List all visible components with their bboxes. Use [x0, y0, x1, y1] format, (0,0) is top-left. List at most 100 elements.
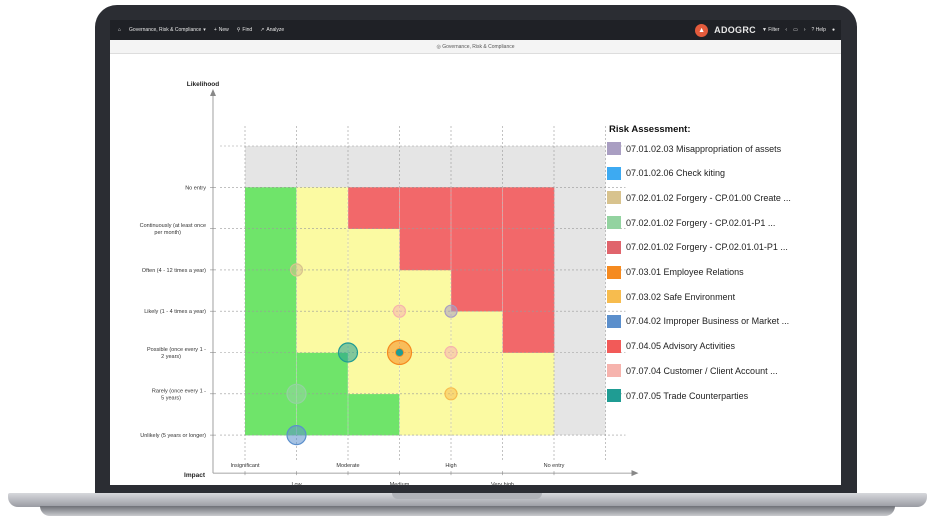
filter-icon: ▼ [761, 27, 767, 33]
zone-cell [296, 228, 349, 271]
y-tick-label: Continuously (at least once per month) [140, 223, 206, 236]
new-button[interactable]: + New [214, 27, 229, 33]
legend-item[interactable]: 07.07.05 Trade Counterparties [607, 389, 748, 402]
y-tick-label: Rarely (once every 1 -5 years) [152, 388, 206, 401]
zone-cell [502, 269, 555, 312]
zone-cell [348, 269, 400, 312]
legend-swatch [607, 265, 621, 279]
legend-item[interactable]: 07.01.02.03 Misappropriation of assets [607, 142, 781, 155]
risk-bubble [286, 383, 307, 404]
x-tick-label: Medium [390, 482, 410, 485]
app-menu-label: Governance, Risk & Compliance [129, 27, 202, 33]
x-tick-label: Very high [491, 482, 514, 485]
legend-label: 07.04.05 Advisory Activities [626, 341, 736, 352]
zone-cell [348, 228, 400, 271]
y-tick-label: Likely (1 - 4 times a year) [144, 309, 206, 315]
zone-cell [502, 352, 555, 395]
help-button[interactable]: ? Help [812, 27, 826, 33]
zone-cell [296, 187, 349, 229]
filter-label: Filter [768, 27, 780, 33]
y-axis-title: Likelihood [187, 81, 220, 88]
legend-swatch [607, 389, 621, 402]
zone-cell [502, 228, 555, 271]
legend-item[interactable]: 07.01.02.06 Check kiting [607, 166, 726, 180]
zone-cell [451, 352, 503, 395]
x-tick-label: No entry [544, 463, 565, 469]
analyze-button[interactable]: ↗ Analyze [260, 27, 284, 33]
x-tick-label: Insignificant [230, 463, 260, 469]
x-tick-label: Moderate [336, 463, 359, 469]
legend-item[interactable]: 07.03.02 Safe Environment [607, 290, 736, 304]
y-tick-label: Often (4 - 12 times a year) [142, 268, 206, 274]
page-title-bar: ◎ Governance, Risk & Compliance [110, 40, 841, 54]
user-icon[interactable]: ● [832, 27, 835, 33]
zone-cell [245, 228, 297, 271]
risk-bubble [444, 345, 458, 360]
risk-bubble [289, 263, 304, 277]
help-label: Help [815, 27, 826, 33]
filter-button[interactable]: ▼ Filter [762, 27, 779, 33]
zone-cell [451, 228, 503, 271]
find-button[interactable]: ⚲ Find [237, 27, 252, 33]
legend-swatch [607, 364, 621, 378]
legend-label: 07.07.04 Customer / Client Account ... [626, 365, 778, 376]
x-tick-label: Low [291, 482, 301, 485]
zone-cell [348, 187, 400, 229]
legend-swatch [607, 314, 621, 328]
home-icon[interactable]: ⌂ [118, 27, 121, 33]
brand-name: ADOGRC [714, 25, 756, 35]
legend-label: 07.03.02 Safe Environment [626, 291, 736, 302]
legend-label: 07.01.02.06 Check kiting [626, 168, 726, 179]
risk-bubble [444, 304, 458, 318]
zone-cell [451, 187, 503, 229]
legend-label: 07.07.05 Trade Counterparties [626, 390, 749, 401]
legend-item[interactable]: 07.04.02 Improper Business or Market ... [607, 314, 789, 328]
legend-swatch [607, 191, 621, 205]
legend-swatch [607, 166, 621, 180]
top-toolbar: ⌂ Governance, Risk & Compliance ▾ + New ⚲ F… [110, 20, 841, 40]
forward-icon[interactable]: › [804, 27, 806, 33]
back-icon[interactable]: ‹ [785, 27, 787, 33]
legend-swatch [607, 339, 621, 353]
legend-label: 07.01.02.03 Misappropriation of assets [626, 143, 782, 154]
legend-item[interactable]: 07.04.05 Advisory Activities [607, 339, 736, 353]
app-menu[interactable]: Governance, Risk & Compliance ▾ [129, 27, 206, 33]
risk-bubble [286, 425, 307, 446]
legend-label: 07.03.01 Employee Relations [626, 267, 744, 277]
legend-label: 07.02.01.02 Forgery - CP.02.01.01-P1 ... [626, 242, 788, 253]
x-axis-title: Impact [184, 472, 206, 479]
zone-cell [399, 187, 452, 229]
laptop-notch [392, 493, 542, 499]
y-tick-label: No entry [185, 185, 206, 191]
window-icon[interactable]: ▭ [793, 27, 798, 33]
legend-item[interactable]: 07.07.04 Customer / Client Account ... [607, 364, 778, 378]
legend-item[interactable]: 07.02.01.02 Forgery - CP.02.01.01-P1 ... [607, 240, 788, 254]
legend-item[interactable]: 07.02.01.02 Forgery - CP.02.01-P1 ... [607, 216, 775, 230]
legend-item[interactable]: 07.03.01 Employee Relations [607, 265, 744, 279]
laptop-base-shadow [40, 506, 895, 516]
zone-cell [451, 393, 503, 436]
zone-cell [399, 228, 452, 271]
chart-icon: ↗ [260, 27, 265, 33]
legend-item[interactable]: 07.02.01.02 Forgery - CP.01.00 Create ..… [607, 191, 791, 205]
risk-bubble [392, 304, 407, 318]
zone-cell [399, 393, 452, 436]
y-tick-label: Unlikely (5 years or longer) [140, 433, 206, 439]
analyze-label: Analyze [266, 27, 285, 33]
zone-cell [502, 311, 555, 353]
legend-title: Risk Assessment: [609, 124, 691, 135]
zone-cell [296, 269, 349, 312]
find-label: Find [242, 27, 253, 33]
y-tick-label: Possible (once every 1 -2 years) [147, 347, 206, 360]
toolbar-right: ▲ ADOGRC ▼ Filter ‹ ▭ › ? Help ● [695, 20, 835, 40]
brand-logo-icon: ▲ [695, 23, 709, 37]
risk-bubble [444, 387, 458, 401]
legend-label: 07.02.01.02 Forgery - CP.01.00 Create ..… [626, 192, 791, 203]
legend-swatch [607, 290, 621, 304]
legend-swatch [607, 142, 621, 155]
zone-cell [451, 269, 503, 312]
search-icon: ⚲ [236, 27, 241, 33]
plus-icon: + [213, 27, 217, 33]
risk-bubble-core [395, 348, 404, 357]
zone-cell [502, 393, 555, 436]
